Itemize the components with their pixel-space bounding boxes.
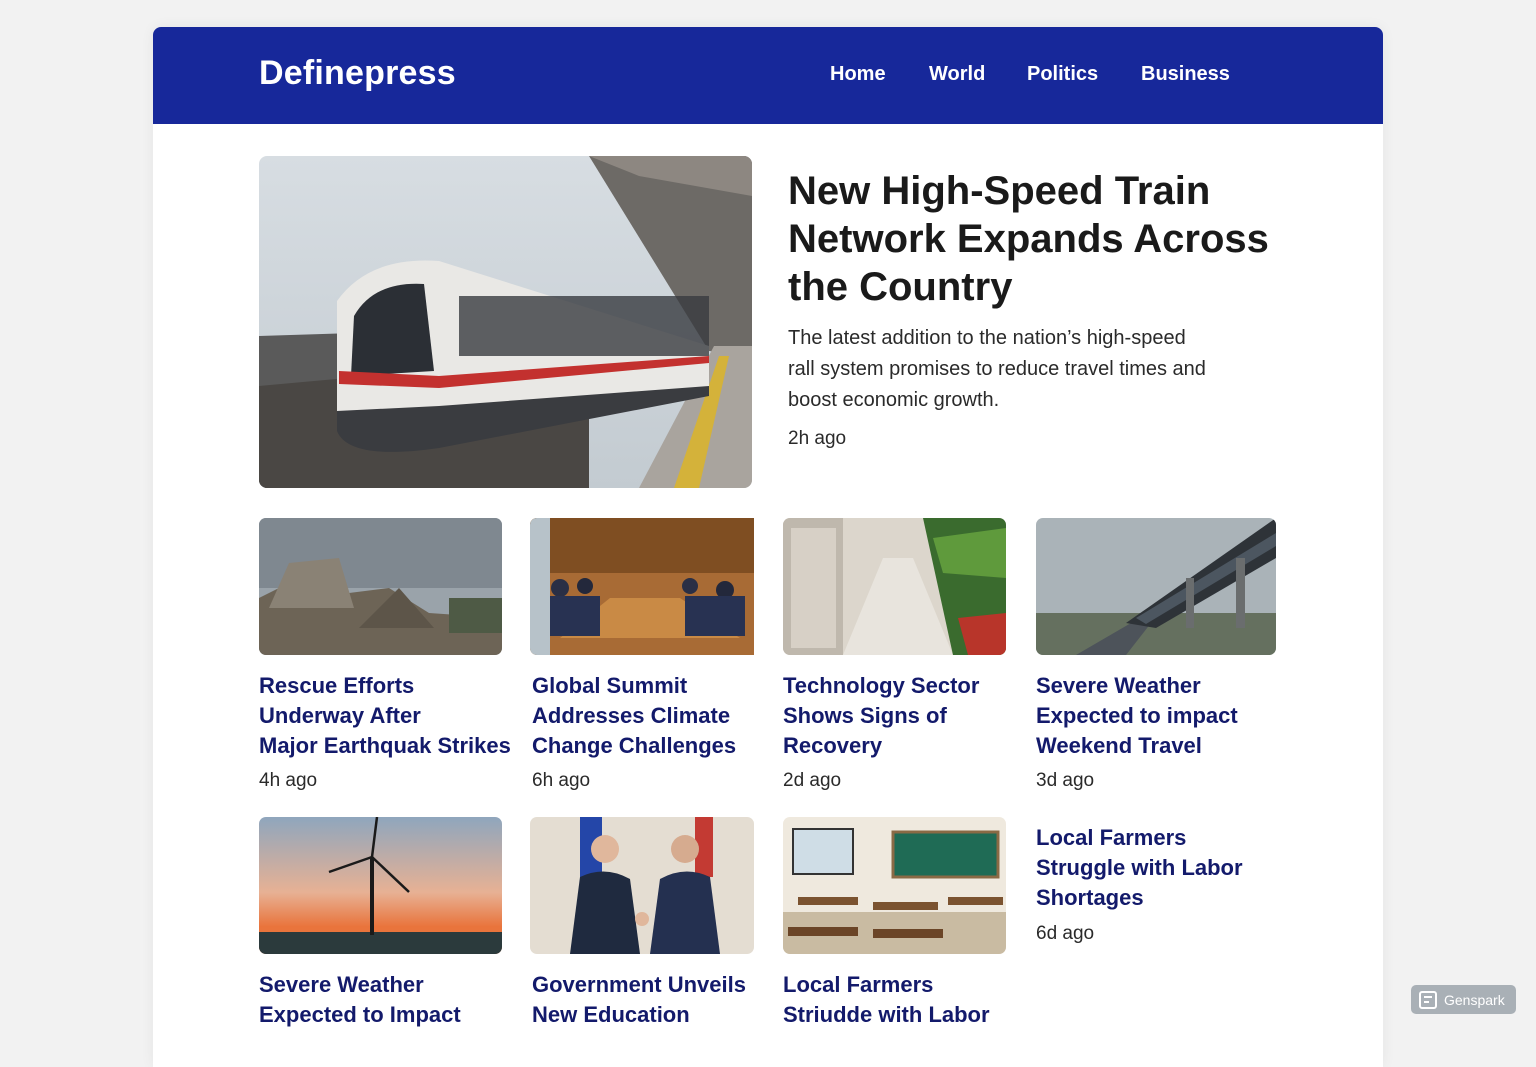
article-title[interactable]: Government Unveils New Education xyxy=(532,970,792,1030)
hero-headline[interactable]: New High-Speed Train Network Expands Acr… xyxy=(788,167,1308,311)
genspark-logo-icon xyxy=(1419,990,1437,1009)
article-title[interactable]: Local Farmers Struggle with Labor Shortage… xyxy=(1036,823,1296,913)
hero-timestamp: 2h ago xyxy=(788,428,847,449)
nav-home[interactable]: Home xyxy=(830,63,886,86)
article-timestamp: 2d ago xyxy=(783,770,842,791)
article-title[interactable]: Severe Weather Expected to Impact xyxy=(259,970,519,1030)
watermark-label: Genspark xyxy=(1444,991,1505,1008)
hero-summary: The latest addition to the nation’s high… xyxy=(788,327,1206,411)
page-container: Definepress Home World Politics Business xyxy=(153,27,1383,1067)
hero-image[interactable] xyxy=(259,156,752,488)
article-timestamp: 6h ago xyxy=(532,770,591,791)
article-image-grocery[interactable] xyxy=(783,518,1006,655)
site-header: Definepress Home World Politics Business xyxy=(153,27,1383,124)
article-image-wind-turbine[interactable] xyxy=(259,817,502,954)
article-timestamp: 3d ago xyxy=(1036,770,1095,791)
article-title[interactable]: Local Farmers Striudde with Labor xyxy=(783,970,1043,1030)
genspark-watermark: Genspark xyxy=(1411,985,1516,1014)
site-logo[interactable]: Definepress xyxy=(259,54,456,93)
article-image-handshake[interactable] xyxy=(530,817,754,954)
article-title[interactable]: Technology Sector Shows Signs of Recovery xyxy=(783,671,1043,761)
article-title[interactable]: Severe Weather Expected to impact Weekend … xyxy=(1036,671,1296,761)
nav-world[interactable]: World xyxy=(929,63,985,86)
article-image-classroom[interactable] xyxy=(783,817,1006,954)
nav-business[interactable]: Business xyxy=(1141,63,1230,86)
article-title[interactable]: Global Summit Addresses Climate Change Cha… xyxy=(532,671,792,761)
article-timestamp: 4h ago xyxy=(259,770,318,791)
nav-politics[interactable]: Politics xyxy=(1027,63,1098,86)
article-timestamp: 6d ago xyxy=(1036,923,1095,944)
article-image-railway[interactable] xyxy=(1036,518,1276,655)
article-image-earthquake[interactable] xyxy=(259,518,502,655)
article-image-summit[interactable] xyxy=(530,518,773,655)
article-title[interactable]: Rescue Efforts Underway After Major Earthq… xyxy=(259,671,519,761)
